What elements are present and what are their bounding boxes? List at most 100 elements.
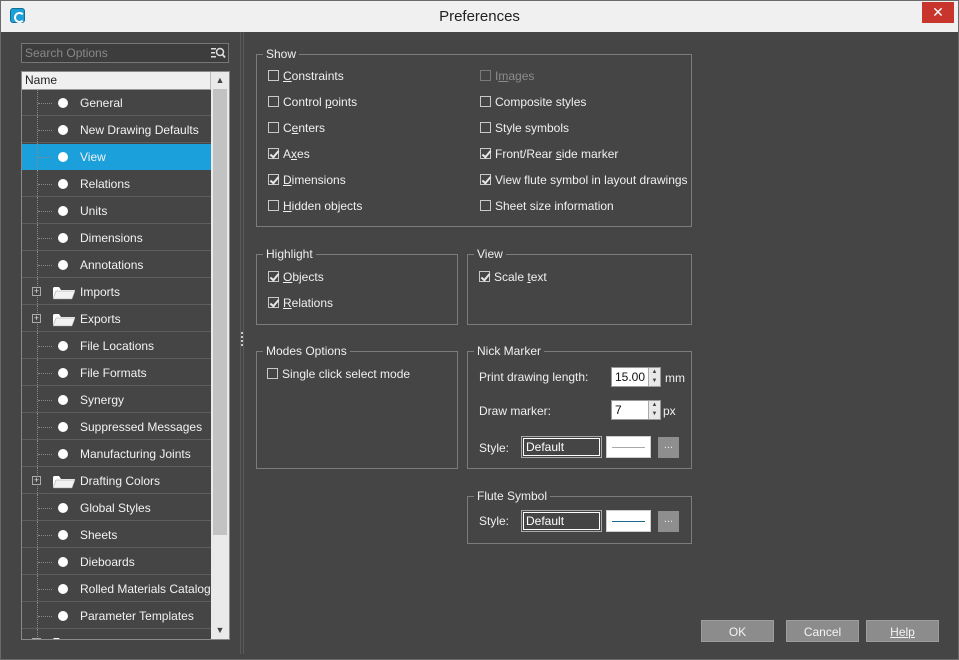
modes-options-title: Modes Options <box>263 344 350 358</box>
show-group: Show Constraints Control points Centers Axe… <box>256 47 692 227</box>
tree-item[interactable]: File Formats <box>22 360 211 387</box>
checkbox-label[interactable]: Style symbols <box>495 121 569 135</box>
checkbox-unchecked-icon[interactable] <box>268 122 279 133</box>
checkbox-label[interactable]: Scale text <box>494 270 547 284</box>
checkbox-checked-icon[interactable] <box>268 174 279 185</box>
tree-item[interactable]: Rolled Materials Catalog <box>22 576 211 603</box>
tree-item[interactable]: General <box>22 90 211 117</box>
draw-marker-stepper[interactable]: 7 ▲ ▼ <box>611 400 661 420</box>
search-box[interactable] <box>21 43 229 63</box>
tree-item[interactable]: Synergy <box>22 387 211 414</box>
spin-down-icon[interactable]: ▼ <box>649 377 660 386</box>
spin-up-icon[interactable]: ▲ <box>649 401 660 410</box>
expand-icon[interactable]: + <box>32 638 41 639</box>
checkbox-checked-icon[interactable] <box>268 148 279 159</box>
checkbox-unchecked-icon[interactable] <box>267 368 278 379</box>
tree-item[interactable]: Global Styles <box>22 495 211 522</box>
checkbox-label[interactable]: Sheet size information <box>495 199 614 213</box>
search-icon[interactable] <box>210 45 226 61</box>
checkbox-label[interactable]: Front/Rear side marker <box>495 147 618 161</box>
tree-scrollbar[interactable]: ▲ ▼ <box>211 72 229 639</box>
tree-item[interactable]: + Imports <box>22 279 211 306</box>
checkbox-label[interactable]: Single click select mode <box>282 367 410 381</box>
tree-item[interactable]: Manufacturing Joints <box>22 441 211 468</box>
nick-line-preview[interactable] <box>606 436 651 458</box>
spin-up-icon[interactable]: ▲ <box>649 368 660 377</box>
checkbox-checked-icon[interactable] <box>480 148 491 159</box>
checkbox-label[interactable]: Relations <box>283 296 333 310</box>
checkbox-checked-icon[interactable] <box>268 297 279 308</box>
label-part: ext <box>530 270 547 284</box>
checkbox-unchecked-icon[interactable] <box>480 70 491 81</box>
tree-item-label: Imports <box>80 285 121 299</box>
tree-item[interactable]: Parameter Templates <box>22 603 211 630</box>
checkbox-label[interactable]: Images <box>495 69 534 83</box>
cancel-button[interactable]: Cancel <box>786 620 859 642</box>
checkbox-unchecked-icon[interactable] <box>480 96 491 107</box>
flute-line-preview[interactable] <box>606 510 651 532</box>
flute-style-value[interactable]: Default <box>523 512 600 530</box>
checkbox-label[interactable]: Composite styles <box>495 95 586 109</box>
label-mnemonic: H <box>283 199 292 213</box>
tree-item[interactable]: + Drafting Colors <box>22 468 211 495</box>
search-input[interactable] <box>25 45 205 61</box>
tree-item[interactable]: Relations <box>22 171 211 198</box>
nick-style-value[interactable]: Default <box>523 438 600 456</box>
tree-header-name[interactable]: Name <box>22 72 211 90</box>
checkbox-unchecked-icon[interactable] <box>268 96 279 107</box>
checkbox-label[interactable]: Control points <box>283 95 357 109</box>
help-button[interactable]: Help <box>866 620 939 642</box>
checkbox-checked-icon[interactable] <box>479 271 490 282</box>
tree-item[interactable]: File Locations <box>22 333 211 360</box>
tree-item[interactable]: Dimensions <box>22 225 211 252</box>
label-part: elations <box>291 296 334 310</box>
scroll-thumb[interactable] <box>213 89 227 535</box>
checkbox-unchecked-icon[interactable] <box>268 70 279 81</box>
checkbox-label[interactable]: View flute symbol in layout drawings <box>495 173 688 187</box>
flute-style-field[interactable]: Default <box>521 510 602 532</box>
expand-icon[interactable]: + <box>32 287 41 296</box>
checkbox-label[interactable]: Constraints <box>283 69 344 83</box>
checkbox-label[interactable]: Objects <box>283 270 324 284</box>
tree-item[interactable]: + <box>22 630 211 639</box>
checkbox-unchecked-icon[interactable] <box>480 200 491 211</box>
label-part: ages <box>508 69 535 83</box>
flute-symbol-group: Flute Symbol Style: Default ... <box>467 489 692 544</box>
options-tree[interactable]: Name General New Drawing Defaults View Rela… <box>21 71 230 640</box>
draw-marker-value[interactable]: 7 <box>615 403 622 417</box>
checkbox-label[interactable]: Dimensions <box>283 173 346 187</box>
checkbox-checked-icon[interactable] <box>268 271 279 282</box>
tree-item[interactable]: Suppressed Messages <box>22 414 211 441</box>
tree-item-label: View <box>80 150 106 164</box>
label-part: C <box>283 121 292 135</box>
tree-item[interactable]: New Drawing Defaults <box>22 117 211 144</box>
nick-style-more-button[interactable]: ... <box>658 437 679 458</box>
checkbox-unchecked-icon[interactable] <box>268 200 279 211</box>
scroll-up-icon[interactable]: ▲ <box>211 72 229 89</box>
tree-item[interactable]: Annotations <box>22 252 211 279</box>
tree-item[interactable]: Dieboards <box>22 549 211 576</box>
tree-item[interactable]: Sheets <box>22 522 211 549</box>
tree-item[interactable]: + Exports <box>22 306 211 333</box>
help-button-label[interactable]: Help <box>890 625 915 639</box>
expand-icon[interactable]: + <box>32 314 41 323</box>
checkbox-label[interactable]: Axes <box>283 147 310 161</box>
checkbox-unchecked-icon[interactable] <box>480 122 491 133</box>
print-drawing-length-value[interactable]: 15.00 <box>615 370 645 384</box>
print-drawing-length-stepper[interactable]: 15.00 ▲ ▼ <box>611 367 661 387</box>
tree-item[interactable]: View <box>22 144 211 171</box>
splitter-grip[interactable] <box>240 332 243 352</box>
tree-item[interactable]: Units <box>22 198 211 225</box>
checkbox-label[interactable]: Hidden objects <box>283 199 362 213</box>
checkbox-label[interactable]: Centers <box>283 121 325 135</box>
expand-icon[interactable]: + <box>32 476 41 485</box>
label-mnemonic: O <box>283 270 293 284</box>
close-button[interactable]: ✕ <box>922 2 954 23</box>
scroll-down-icon[interactable]: ▼ <box>211 622 229 639</box>
ok-button[interactable]: OK <box>701 620 774 642</box>
nick-style-field[interactable]: Default <box>521 436 602 458</box>
checkbox-checked-icon[interactable] <box>480 174 491 185</box>
spin-down-icon[interactable]: ▼ <box>649 410 660 419</box>
flute-style-more-button[interactable]: ... <box>658 511 679 532</box>
leaf-bullet-icon <box>58 125 68 135</box>
